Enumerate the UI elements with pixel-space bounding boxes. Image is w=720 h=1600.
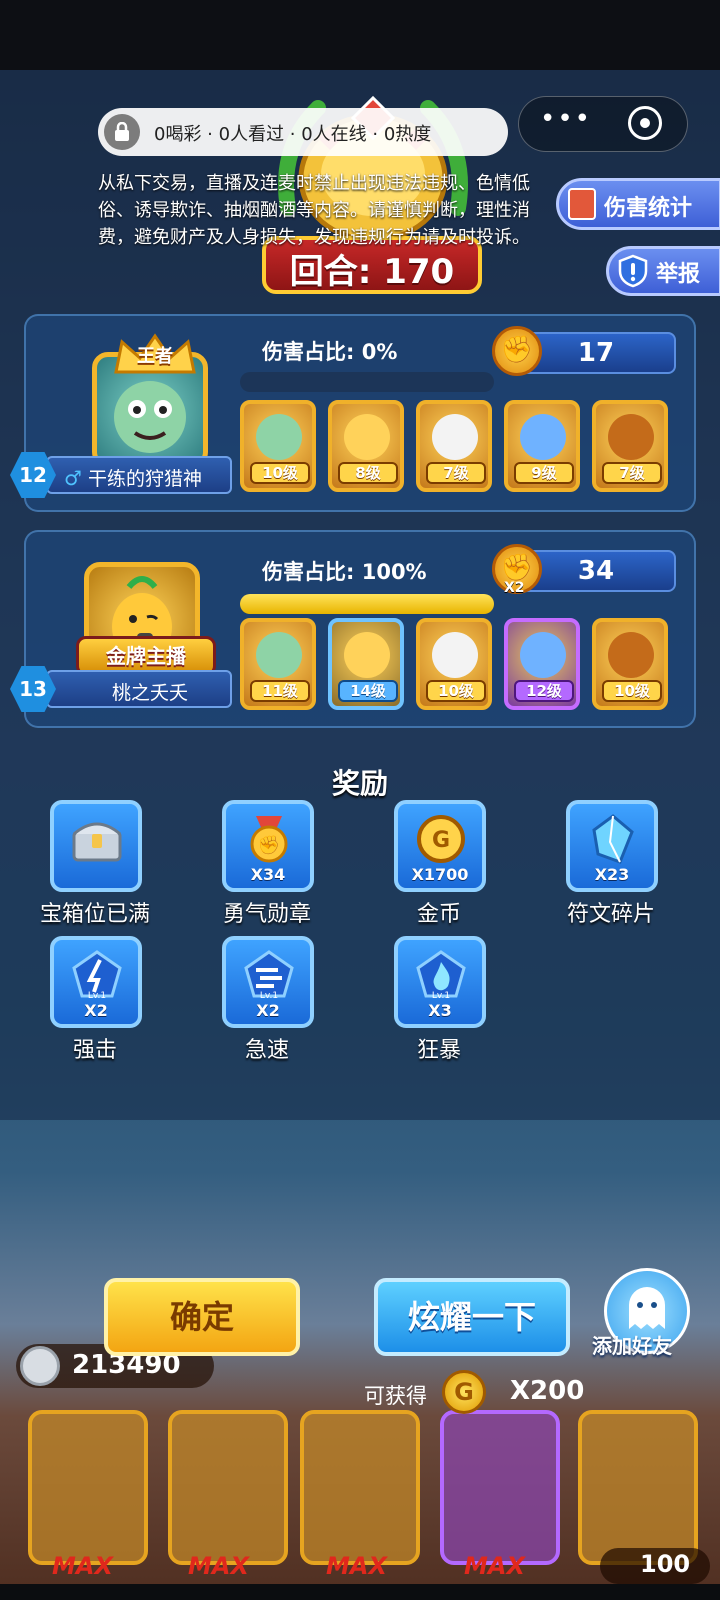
reward-rage-rune[interactable]: Lv.1 X3 <box>394 936 486 1028</box>
unit-portrait <box>256 414 302 460</box>
unit-portrait <box>344 632 390 678</box>
obtainable-count: X200 <box>510 1376 585 1406</box>
svg-text:✊: ✊ <box>258 835 280 856</box>
unit-card[interactable]: 7级 <box>416 400 492 492</box>
coin-icon: G <box>442 1370 486 1414</box>
unit-level: 9级 <box>514 462 574 484</box>
report-label: 举报 <box>656 262 701 287</box>
unit-portrait <box>608 414 654 460</box>
unit-level: 10级 <box>250 462 310 484</box>
player-2-damage-share: 伤害占比: 100% <box>262 560 427 584</box>
card-cost-value: 100 <box>640 1550 691 1578</box>
unit-portrait <box>256 632 302 678</box>
unit-portrait <box>344 414 390 460</box>
unit-portrait <box>432 632 478 678</box>
obtainable-label: 可获得 <box>364 1384 427 1408</box>
card-4-max: MAX <box>464 1552 525 1580</box>
unit-level: 14级 <box>338 680 398 702</box>
reward-rune-shards-label: 符文碎片 <box>566 902 655 927</box>
speed-rune-icon: Lv.1 <box>244 950 294 1000</box>
stream-stats-text: 0喝彩 · 0人看过 · 0人在线 · 0热度 <box>154 124 432 145</box>
add-friend-label: 添加好友 <box>592 1334 672 1358</box>
reward-medal[interactable]: ✊ X34 <box>222 800 314 892</box>
hand-card-5[interactable] <box>578 1410 698 1565</box>
medal-multiplier: X2 <box>504 580 525 596</box>
close-target-icon[interactable] <box>628 106 662 140</box>
unit-card[interactable]: 10级 <box>592 618 668 710</box>
card-3-max: MAX <box>326 1552 387 1580</box>
unit-level: 8级 <box>338 462 398 484</box>
lock-icon <box>104 114 140 150</box>
player-2-damage-fill <box>240 594 494 614</box>
hand-card-1[interactable] <box>28 1410 148 1565</box>
unit-card[interactable]: 11级 <box>240 618 316 710</box>
player-1-title: 王者 <box>137 346 173 367</box>
player-2-name: 桃之夭夭 <box>112 682 189 704</box>
reward-power-rune[interactable]: Lv.1 X2 <box>50 936 142 1028</box>
hand-card-2[interactable] <box>168 1410 288 1565</box>
unit-portrait <box>520 632 566 678</box>
unit-level: 7级 <box>602 462 662 484</box>
show-off-button[interactable]: 炫耀一下 <box>374 1278 570 1356</box>
male-icon: ♂ <box>64 466 82 490</box>
unit-card[interactable]: 8级 <box>328 400 404 492</box>
svg-text:Lv.1: Lv.1 <box>260 991 278 1000</box>
reward-chest-label: 宝箱位已满 <box>39 902 150 927</box>
unit-level: 10级 <box>426 680 486 702</box>
crown-coin-icon <box>20 1346 60 1386</box>
unit-card[interactable]: 7级 <box>592 400 668 492</box>
hand-card-4[interactable] <box>440 1410 560 1565</box>
unit-level: 10级 <box>602 680 662 702</box>
crystal-icon <box>592 814 634 864</box>
unit-portrait <box>432 414 478 460</box>
unit-level: 7级 <box>426 462 486 484</box>
unit-card[interactable]: 10级 <box>240 400 316 492</box>
confirm-button[interactable]: 确定 <box>104 1278 300 1356</box>
svg-text:Lv.1: Lv.1 <box>432 991 450 1000</box>
reward-power-rune-label: 强击 <box>72 1038 117 1063</box>
card-1-max: MAX <box>52 1552 113 1580</box>
coin-icon: G <box>417 815 465 863</box>
system-nav-bar <box>0 1584 720 1600</box>
reward-coins-label: 金币 <box>416 902 461 927</box>
unit-card[interactable]: 10级 <box>416 618 492 710</box>
reward-rage-rune-label: 狂暴 <box>416 1038 461 1063</box>
fist-medal-icon: ✊ <box>492 326 542 376</box>
unit-portrait <box>608 632 654 678</box>
power-rune-icon: Lv.1 <box>72 950 122 1000</box>
reward-speed-rune[interactable]: Lv.1 X2 <box>222 936 314 1028</box>
status-bar <box>0 0 720 70</box>
more-menu-icon[interactable]: ••• <box>540 104 592 134</box>
unit-portrait <box>520 414 566 460</box>
player-2-damage-bar <box>240 594 494 614</box>
card-2-max: MAX <box>188 1552 249 1580</box>
reward-rune-shards[interactable]: X23 <box>566 800 658 892</box>
medal-icon: ✊ <box>250 816 288 863</box>
reward-chest[interactable] <box>50 800 142 892</box>
rage-rune-icon: Lv.1 <box>416 950 466 1000</box>
reward-medal-label: 勇气勋章 <box>222 902 311 927</box>
svg-text:Lv.1: Lv.1 <box>88 991 106 1000</box>
unit-card[interactable]: 12级 <box>504 618 580 710</box>
unit-level: 12级 <box>514 680 574 702</box>
player-1-damage-share: 伤害占比: 0% <box>262 340 398 364</box>
live-warning-notice: 从私下交易，直播及连麦时禁止出现违法违规、色情低俗、诱导欺诈、抽烟酗酒等内容。请… <box>98 173 530 248</box>
player-1-name: ♂ 干练的狩猎神 <box>64 466 202 490</box>
unit-level: 11级 <box>250 680 310 702</box>
shield-alert-icon <box>618 254 648 288</box>
round-counter: 回合: 170 <box>289 252 455 292</box>
damage-stats-label: 伤害统计 <box>604 196 693 221</box>
chest-icon <box>72 822 122 862</box>
stats-list-icon <box>568 188 596 220</box>
hand-card-3[interactable] <box>300 1410 420 1565</box>
player-1-damage-bar <box>240 372 494 392</box>
reward-coins[interactable]: G X1700 <box>394 800 486 892</box>
reward-speed-rune-label: 急速 <box>244 1038 289 1063</box>
svg-text:G: G <box>432 828 450 853</box>
unit-card[interactable]: 9级 <box>504 400 580 492</box>
unit-card[interactable]: 14级 <box>328 618 404 710</box>
rewards-title: 奖励 <box>331 767 388 800</box>
